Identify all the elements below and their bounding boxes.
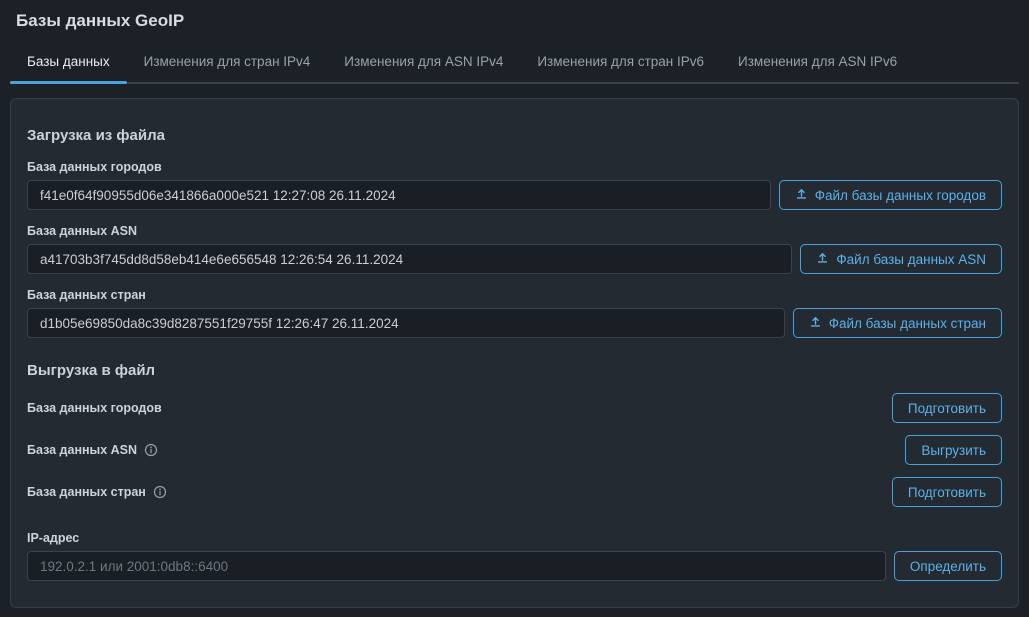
export-asn-label: База данных ASN	[27, 443, 158, 457]
export-countries-label-text: База данных стран	[27, 485, 146, 499]
tab-databases[interactable]: Базы данных	[10, 43, 127, 82]
export-cities-label-text: База данных городов	[27, 401, 162, 415]
upload-asn-db-button[interactable]: Файл базы данных ASN	[800, 244, 1002, 274]
page-title: Базы данных GeoIP	[0, 0, 1029, 35]
upload-countries-db-button[interactable]: Файл базы данных стран	[793, 308, 1002, 338]
ip-address-input[interactable]	[27, 551, 886, 581]
upload-field-cities: База данных городов Файл базы данных гор…	[27, 160, 1002, 210]
export-asn-label-text: База данных ASN	[27, 443, 137, 457]
upload-icon	[816, 251, 829, 267]
info-icon[interactable]	[144, 443, 158, 457]
countries-db-label: База данных стран	[27, 288, 1002, 302]
cities-db-label: База данных городов	[27, 160, 1002, 174]
tab-asn-ipv4-changes[interactable]: Изменения для ASN IPv4	[327, 43, 520, 82]
export-section-title: Выгрузка в файл	[27, 362, 1002, 379]
info-icon[interactable]	[153, 485, 167, 499]
upload-field-asn: База данных ASN Файл базы данных ASN	[27, 224, 1002, 274]
upload-section-title: Загрузка из файла	[27, 127, 1002, 144]
countries-db-hash-input[interactable]	[27, 308, 785, 338]
tab-bar: Базы данных Изменения для стран IPv4 Изм…	[10, 43, 1019, 84]
upload-cities-db-button[interactable]: Файл базы данных городов	[779, 180, 1002, 210]
export-cities-label: База данных городов	[27, 401, 162, 415]
export-countries-label: База данных стран	[27, 485, 167, 499]
upload-field-countries: База данных стран Файл базы данных стран	[27, 288, 1002, 338]
tab-country-ipv6-changes[interactable]: Изменения для стран IPv6	[520, 43, 721, 82]
export-row-asn: База данных ASN Выгрузить	[27, 435, 1002, 465]
detect-ip-button[interactable]: Определить	[894, 551, 1002, 581]
upload-countries-db-button-label: Файл базы данных стран	[829, 316, 986, 331]
tab-asn-ipv6-changes[interactable]: Изменения для ASN IPv6	[721, 43, 914, 82]
asn-db-hash-input[interactable]	[27, 244, 792, 274]
export-row-cities: База данных городов Подготовить	[27, 393, 1002, 423]
export-row-countries: База данных стран Подготовить	[27, 477, 1002, 507]
upload-asn-db-button-label: Файл базы данных ASN	[836, 252, 986, 267]
cities-db-hash-input[interactable]	[27, 180, 771, 210]
ip-address-label: IP-адрес	[27, 531, 1002, 545]
prepare-cities-button[interactable]: Подготовить	[892, 393, 1002, 423]
tab-country-ipv4-changes[interactable]: Изменения для стран IPv4	[127, 43, 328, 82]
asn-db-label: База данных ASN	[27, 224, 1002, 238]
databases-panel: Загрузка из файла База данных городов Фа…	[10, 98, 1019, 608]
upload-icon	[809, 315, 822, 331]
upload-cities-db-button-label: Файл базы данных городов	[815, 188, 986, 203]
ip-lookup-block: IP-адрес Определить	[27, 531, 1002, 581]
prepare-countries-button[interactable]: Подготовить	[892, 477, 1002, 507]
upload-icon	[795, 187, 808, 203]
export-asn-button[interactable]: Выгрузить	[905, 435, 1002, 465]
